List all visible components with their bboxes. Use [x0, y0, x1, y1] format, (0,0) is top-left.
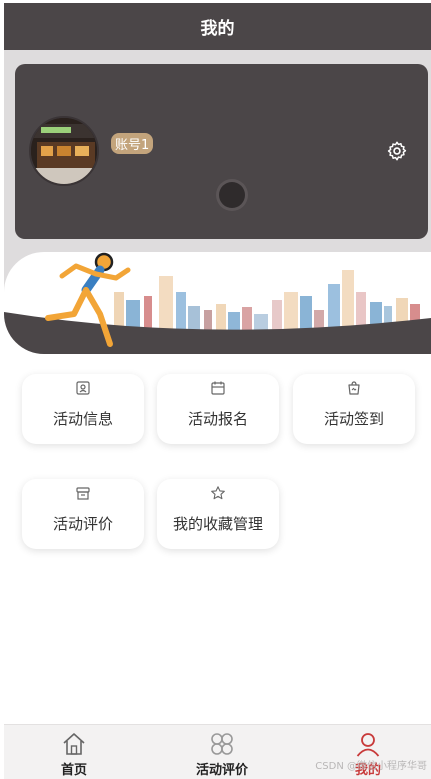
menu-my-favorites[interactable]: 我的收藏管理	[157, 479, 279, 549]
username-badge: 账号1	[111, 133, 154, 154]
menu-activity-signup[interactable]: 活动报名	[157, 374, 279, 444]
watermark: CSDN @微信小程序华哥	[315, 761, 427, 772]
store-icon	[76, 487, 90, 500]
person-icon	[356, 733, 380, 757]
menu-activity-review[interactable]: 活动评价	[22, 479, 144, 549]
bottom-tab-bar: 首页 活动评价 我的 CSDN @微信小程序华哥	[4, 724, 431, 779]
tab-label: 活动评价	[195, 763, 248, 778]
home-icon	[63, 733, 85, 755]
avatar-image	[31, 118, 97, 184]
page-title: 我的	[200, 19, 235, 39]
profile-card-icon	[76, 381, 90, 395]
bag-icon	[348, 381, 360, 395]
menu-label: 活动签到	[323, 410, 384, 428]
tab-label: 首页	[60, 763, 87, 778]
floating-dot	[219, 182, 245, 208]
settings-gear-icon[interactable]	[386, 140, 408, 162]
tab-home[interactable]: 首页	[19, 725, 129, 779]
star-icon	[211, 486, 225, 500]
menu-label: 活动信息	[52, 410, 113, 428]
tab-activity-review[interactable]: 活动评价	[167, 725, 277, 779]
avatar[interactable]	[29, 116, 99, 186]
menu-label: 我的收藏管理	[172, 515, 263, 533]
clover-icon	[211, 733, 233, 755]
calendar-icon	[211, 381, 225, 395]
menu-label: 活动评价	[52, 515, 113, 533]
city-skyline-illustration	[4, 252, 431, 354]
profile-card: 账号1	[15, 64, 428, 239]
city-runner-banner	[4, 252, 431, 354]
menu-label: 活动报名	[187, 410, 248, 428]
menu-activity-info[interactable]: 活动信息	[22, 374, 144, 444]
menu-activity-checkin[interactable]: 活动签到	[293, 374, 415, 444]
page-header: 我的	[4, 3, 431, 50]
